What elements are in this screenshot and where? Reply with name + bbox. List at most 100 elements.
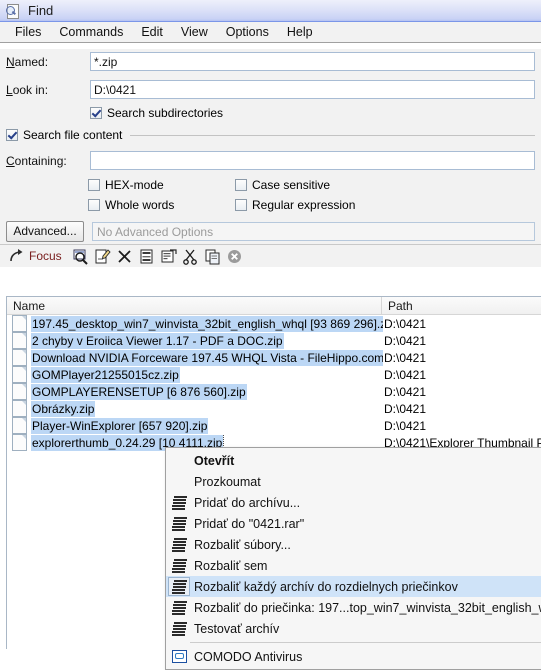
containing-label: Containing: (6, 153, 67, 168)
winrar-icon (168, 598, 190, 617)
table-row[interactable]: 2 chyby v Eroiica Viewer 1.17 - PDF a DO… (7, 332, 541, 349)
menu-item-files[interactable]: Files (6, 23, 50, 42)
hex-mode-checkbox[interactable] (88, 179, 100, 191)
search-subdirectories-checkbox[interactable] (90, 107, 102, 119)
table-row[interactable]: Obrázky.zip D:\0421 (7, 400, 541, 417)
table-row[interactable]: GOMPLAYERENSETUP [6 876 560].zip D:\0421 (7, 383, 541, 400)
row-path: D:\0421 (384, 384, 427, 399)
winrar-icon (168, 556, 190, 575)
context-menu-label: Testovať archív (194, 621, 280, 636)
context-menu-label: Pridať do "0421.rar" (194, 516, 305, 531)
advanced-status-field: No Advanced Options (92, 221, 535, 241)
table-row[interactable]: Download NVIDIA Forceware 197.45 WHQL Vi… (7, 349, 541, 366)
file-icon (12, 383, 27, 400)
row-name: Download NVIDIA Forceware 197.45 WHQL Vi… (31, 349, 383, 366)
context-menu-item-explore[interactable]: Prozkoumat (166, 471, 541, 492)
file-icon (12, 315, 27, 332)
regular-expression-option[interactable]: Regular expression (235, 198, 382, 212)
copy-icon[interactable] (204, 248, 221, 265)
group-divider (130, 134, 535, 136)
focus-label: Focus (29, 249, 62, 263)
winrar-icon (168, 535, 190, 554)
search-file-content-checkbox[interactable] (6, 129, 18, 141)
context-menu-separator (190, 642, 541, 643)
whole-words-checkbox[interactable] (88, 199, 100, 211)
search-options-grid: HEX-mode Case sensitive Whole words Regu… (0, 173, 541, 215)
table-row[interactable]: Player-WinExplorer [657 920].zip D:\0421 (7, 417, 541, 434)
cut-scissors-icon[interactable] (182, 248, 199, 265)
context-menu-label: Rozbaliť súbory... (194, 537, 291, 552)
list-icon[interactable] (138, 248, 155, 265)
context-menu-item-extract-to-folder[interactable]: Rozbaliť do priečinka: 197...top_win7_wi… (166, 597, 541, 618)
lookin-label: Look in: (6, 82, 49, 97)
results-toolbar: Focus (0, 244, 541, 267)
named-label: Named: (6, 54, 49, 69)
view-magnifier-icon[interactable] (72, 248, 89, 265)
context-menu-item-add-to-0421-rar[interactable]: Pridať do "0421.rar" (166, 513, 541, 534)
menu-item-view[interactable]: View (172, 23, 217, 42)
advanced-button[interactable]: Advanced... (6, 220, 84, 242)
row-path: D:\0421 (384, 401, 427, 416)
hex-mode-option[interactable]: HEX-mode (88, 178, 235, 192)
winrar-icon (168, 619, 190, 638)
edit-document-icon[interactable] (94, 248, 111, 265)
file-icon (12, 400, 27, 417)
no-icon (168, 451, 190, 470)
file-icon (12, 434, 27, 451)
row-path: D:\0421 (384, 316, 427, 331)
menu-item-options[interactable]: Options (217, 23, 278, 42)
focus-button[interactable]: Focus (8, 248, 67, 265)
properties-icon[interactable] (160, 248, 177, 265)
row-name: 197.45_desktop_win7_winvista_32bit_engli… (31, 315, 383, 332)
context-menu-item-test-archive[interactable]: Testovať archív (166, 618, 541, 639)
winrar-icon (168, 514, 190, 533)
window-title: Find (28, 3, 54, 18)
row-name: Obrázky.zip (31, 400, 96, 417)
context-menu[interactable]: Otevřít Prozkoumat Pridať do archívu... … (165, 447, 541, 670)
context-menu-label: Rozbaliť do priečinka: 197...top_win7_wi… (194, 600, 541, 615)
column-header-path[interactable]: Path (382, 297, 541, 314)
search-subdirectories-row[interactable]: Search subdirectories (0, 102, 541, 124)
file-icon (12, 366, 27, 383)
whole-words-option[interactable]: Whole words (88, 198, 235, 212)
hex-mode-label: HEX-mode (105, 178, 164, 192)
containing-input[interactable] (90, 151, 535, 170)
context-menu-label: Prozkoumat (194, 474, 261, 489)
lookin-input[interactable]: D:\0421 (90, 80, 535, 99)
file-icon (12, 332, 27, 349)
table-row[interactable]: GOMPlayer21255015cz.zip D:\0421 (7, 366, 541, 383)
winrar-icon (168, 493, 190, 512)
advanced-row: Advanced... No Advanced Options (0, 218, 541, 244)
search-file-content-row[interactable]: Search file content (0, 124, 541, 146)
named-row: Named: *.zip (0, 49, 541, 74)
case-sensitive-checkbox[interactable] (235, 179, 247, 191)
column-header-name[interactable]: Name (7, 297, 382, 314)
context-menu-item-add-to-archive[interactable]: Pridať do archívu... (166, 492, 541, 513)
search-file-content-label: Search file content (23, 128, 123, 142)
menu-item-commands[interactable]: Commands (50, 23, 132, 42)
case-sensitive-option[interactable]: Case sensitive (235, 178, 382, 192)
file-icon (12, 417, 27, 434)
context-menu-item-extract-files[interactable]: Rozbaliť súbory... (166, 534, 541, 555)
context-menu-item-extract-each-to-separate-folder[interactable]: Rozbaliť každý archív do rozdielnych pri… (166, 576, 541, 597)
context-menu-item-extract-here[interactable]: Rozbaliť sem (166, 555, 541, 576)
named-input[interactable]: *.zip (90, 52, 535, 71)
focus-arrow-icon (8, 248, 25, 265)
context-menu-label: Rozbaliť každý archív do rozdielnych pri… (194, 579, 458, 594)
context-menu-item-comodo-antivirus[interactable]: COMODO Antivirus (166, 646, 541, 667)
table-row[interactable]: 197.45_desktop_win7_winvista_32bit_engli… (7, 315, 541, 332)
context-menu-item-open[interactable]: Otevřít (166, 450, 541, 471)
menu-item-help[interactable]: Help (278, 23, 322, 42)
regular-expression-label: Regular expression (252, 198, 356, 212)
row-path: D:\0421 (384, 418, 427, 433)
row-name: GOMPLAYERENSETUP [6 876 560].zip (31, 383, 247, 400)
close-circle-icon[interactable] (226, 248, 243, 265)
row-path: D:\0421 (384, 367, 427, 382)
row-name: 2 chyby v Eroiica Viewer 1.17 - PDF a DO… (31, 332, 284, 349)
case-sensitive-label: Case sensitive (252, 178, 331, 192)
lookin-row: Look in: D:\0421 (0, 77, 541, 102)
delete-x-icon[interactable] (116, 248, 133, 265)
regular-expression-checkbox[interactable] (235, 199, 247, 211)
menubar: Files Commands Edit View Options Help (0, 22, 541, 43)
menu-item-edit[interactable]: Edit (132, 23, 172, 42)
